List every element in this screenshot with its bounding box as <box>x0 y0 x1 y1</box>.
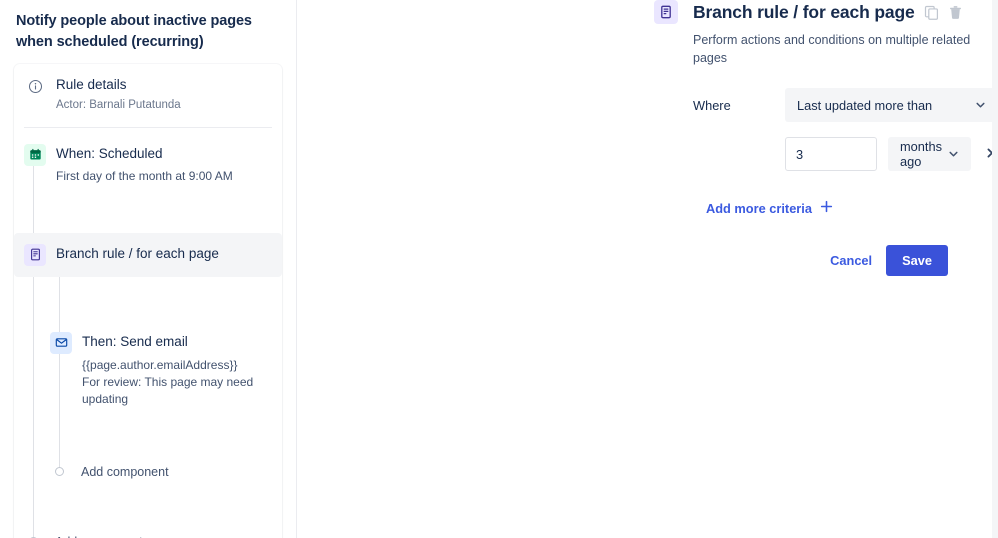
scrollbar-track[interactable] <box>992 0 998 538</box>
sidebar-item-branch-rule[interactable]: Branch rule / for each page <box>14 232 282 277</box>
chevron-down-icon <box>948 149 959 160</box>
duration-criteria-row: months ago <box>693 137 998 171</box>
sidebar-item-when-scheduled[interactable]: When: Scheduled First day of the month a… <box>14 132 282 198</box>
branch-page-icon <box>24 243 46 266</box>
sidebar-item-rule-details[interactable]: Rule details Actor: Barnali Putatunda <box>14 64 282 123</box>
page-title: Branch rule / for each page <box>693 2 915 22</box>
where-condition-select[interactable]: Last updated more than <box>785 88 998 122</box>
plus-icon <box>820 200 833 216</box>
sidebar-item-rule-details-actor: Actor: Barnali Putatunda <box>56 99 181 112</box>
save-button[interactable]: Save <box>886 244 948 276</box>
where-condition-value: Last updated more than <box>797 97 933 113</box>
tree-connector-main <box>33 160 34 538</box>
branch-rule-config-panel: Branch rule / for each page Perform acti… <box>297 0 998 538</box>
where-label: Where <box>693 97 731 113</box>
automation-rule-editor: Notify people about inactive pages when … <box>0 0 998 538</box>
sidebar-item-send-email[interactable]: Then: Send email {{page.author.emailAddr… <box>40 331 282 417</box>
add-more-criteria-label: Add more criteria <box>706 200 812 216</box>
sidebar-item-send-email-label: Then: Send email <box>82 333 188 349</box>
rule-tree-card: Rule details Actor: Barnali Putatunda Wh… <box>14 64 282 538</box>
info-circle-icon <box>24 75 46 97</box>
sidebar-divider <box>24 126 272 128</box>
sidebar-item-rule-details-body: Rule details Actor: Barnali Putatunda <box>56 75 272 114</box>
add-component-nested-label: Add component <box>81 464 169 479</box>
add-more-criteria-button[interactable]: Add more criteria <box>693 200 833 216</box>
sidebar-item-send-email-body: Then: Send email {{page.author.emailAddr… <box>82 332 272 408</box>
sidebar-item-when-scheduled-body: When: Scheduled First day of the month a… <box>56 144 272 186</box>
panel-header: Branch rule / for each page <box>693 0 998 24</box>
cancel-button[interactable]: Cancel <box>826 247 876 274</box>
sidebar-item-rule-details-label: Rule details <box>56 77 127 93</box>
trash-icon[interactable] <box>948 5 963 20</box>
branch-page-icon <box>654 0 678 24</box>
rule-tree-sidebar: Notify people about inactive pages when … <box>0 0 297 538</box>
sidebar-item-send-email-detail: {{page.author.emailAddress}} For review:… <box>82 357 254 406</box>
copy-icon[interactable] <box>924 5 939 20</box>
panel-footer-actions: Cancel Save <box>693 244 998 276</box>
sidebar-item-branch-rule-body: Branch rule / for each page <box>56 244 272 263</box>
calendar-icon <box>24 143 46 166</box>
chevron-down-icon <box>975 100 986 111</box>
amount-input[interactable] <box>785 137 877 171</box>
sidebar-item-branch-rule-label: Branch rule / for each page <box>56 245 219 261</box>
panel-description: Perform actions and conditions on multip… <box>693 33 971 65</box>
envelope-icon <box>50 331 72 354</box>
time-unit-select[interactable]: months ago <box>888 137 971 171</box>
sidebar-item-when-scheduled-label: When: Scheduled <box>56 145 163 161</box>
where-criteria-row: Where Last updated more than <box>693 88 998 122</box>
add-component-dot-icon <box>55 467 64 477</box>
add-component-nested-button[interactable]: Add component <box>55 465 282 479</box>
rule-title: Notify people about inactive pages when … <box>16 13 252 51</box>
sidebar-item-when-scheduled-detail: First day of the month at 9:00 AM <box>56 169 233 184</box>
